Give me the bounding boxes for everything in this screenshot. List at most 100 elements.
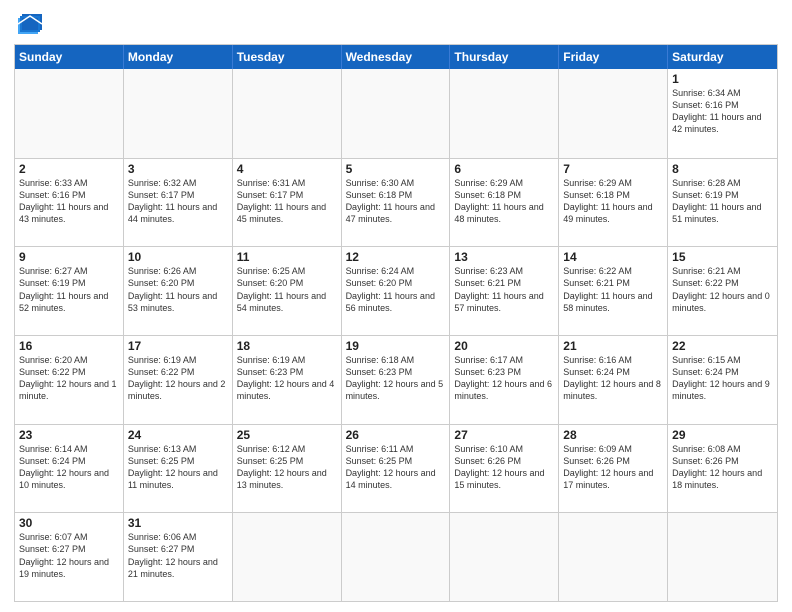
day-number: 1 [672, 72, 773, 86]
cal-cell: 19Sunrise: 6:18 AM Sunset: 6:23 PM Dayli… [342, 336, 451, 424]
day-number: 23 [19, 428, 119, 442]
day-number: 6 [454, 162, 554, 176]
cal-cell: 20Sunrise: 6:17 AM Sunset: 6:23 PM Dayli… [450, 336, 559, 424]
day-info: Sunrise: 6:30 AM Sunset: 6:18 PM Dayligh… [346, 177, 446, 226]
cal-cell: 15Sunrise: 6:21 AM Sunset: 6:22 PM Dayli… [668, 247, 777, 335]
cal-cell: 1Sunrise: 6:34 AM Sunset: 6:16 PM Daylig… [668, 69, 777, 158]
week-row-4: 23Sunrise: 6:14 AM Sunset: 6:24 PM Dayli… [15, 424, 777, 513]
cal-cell: 8Sunrise: 6:28 AM Sunset: 6:19 PM Daylig… [668, 159, 777, 247]
cal-cell: 13Sunrise: 6:23 AM Sunset: 6:21 PM Dayli… [450, 247, 559, 335]
week-row-2: 9Sunrise: 6:27 AM Sunset: 6:19 PM Daylig… [15, 246, 777, 335]
day-number: 13 [454, 250, 554, 264]
cal-cell: 22Sunrise: 6:15 AM Sunset: 6:24 PM Dayli… [668, 336, 777, 424]
week-row-0: 1Sunrise: 6:34 AM Sunset: 6:16 PM Daylig… [15, 69, 777, 158]
logo [14, 10, 50, 38]
day-number: 28 [563, 428, 663, 442]
cal-cell [342, 513, 451, 601]
day-info: Sunrise: 6:24 AM Sunset: 6:20 PM Dayligh… [346, 265, 446, 314]
day-number: 27 [454, 428, 554, 442]
cal-cell: 3Sunrise: 6:32 AM Sunset: 6:17 PM Daylig… [124, 159, 233, 247]
day-info: Sunrise: 6:20 AM Sunset: 6:22 PM Dayligh… [19, 354, 119, 403]
cal-cell [124, 69, 233, 158]
day-info: Sunrise: 6:23 AM Sunset: 6:21 PM Dayligh… [454, 265, 554, 314]
day-info: Sunrise: 6:28 AM Sunset: 6:19 PM Dayligh… [672, 177, 773, 226]
header [14, 10, 778, 38]
cal-cell: 23Sunrise: 6:14 AM Sunset: 6:24 PM Dayli… [15, 425, 124, 513]
cal-cell [233, 69, 342, 158]
cal-cell [559, 513, 668, 601]
calendar-header: SundayMondayTuesdayWednesdayThursdayFrid… [15, 45, 777, 69]
day-number: 24 [128, 428, 228, 442]
day-info: Sunrise: 6:27 AM Sunset: 6:19 PM Dayligh… [19, 265, 119, 314]
cal-cell [342, 69, 451, 158]
day-info: Sunrise: 6:10 AM Sunset: 6:26 PM Dayligh… [454, 443, 554, 492]
weekday-header-friday: Friday [559, 45, 668, 69]
day-number: 14 [563, 250, 663, 264]
day-number: 22 [672, 339, 773, 353]
cal-cell: 26Sunrise: 6:11 AM Sunset: 6:25 PM Dayli… [342, 425, 451, 513]
calendar-body: 1Sunrise: 6:34 AM Sunset: 6:16 PM Daylig… [15, 69, 777, 601]
cal-cell [233, 513, 342, 601]
day-info: Sunrise: 6:19 AM Sunset: 6:23 PM Dayligh… [237, 354, 337, 403]
cal-cell: 10Sunrise: 6:26 AM Sunset: 6:20 PM Dayli… [124, 247, 233, 335]
day-number: 20 [454, 339, 554, 353]
week-row-3: 16Sunrise: 6:20 AM Sunset: 6:22 PM Dayli… [15, 335, 777, 424]
day-number: 16 [19, 339, 119, 353]
day-number: 25 [237, 428, 337, 442]
page: SundayMondayTuesdayWednesdayThursdayFrid… [0, 0, 792, 612]
cal-cell: 6Sunrise: 6:29 AM Sunset: 6:18 PM Daylig… [450, 159, 559, 247]
day-info: Sunrise: 6:13 AM Sunset: 6:25 PM Dayligh… [128, 443, 228, 492]
cal-cell: 30Sunrise: 6:07 AM Sunset: 6:27 PM Dayli… [15, 513, 124, 601]
day-info: Sunrise: 6:07 AM Sunset: 6:27 PM Dayligh… [19, 531, 119, 580]
cal-cell: 17Sunrise: 6:19 AM Sunset: 6:22 PM Dayli… [124, 336, 233, 424]
calendar: SundayMondayTuesdayWednesdayThursdayFrid… [14, 44, 778, 602]
cal-cell: 31Sunrise: 6:06 AM Sunset: 6:27 PM Dayli… [124, 513, 233, 601]
day-number: 19 [346, 339, 446, 353]
day-info: Sunrise: 6:21 AM Sunset: 6:22 PM Dayligh… [672, 265, 773, 314]
day-number: 5 [346, 162, 446, 176]
cal-cell: 28Sunrise: 6:09 AM Sunset: 6:26 PM Dayli… [559, 425, 668, 513]
week-row-5: 30Sunrise: 6:07 AM Sunset: 6:27 PM Dayli… [15, 512, 777, 601]
day-info: Sunrise: 6:11 AM Sunset: 6:25 PM Dayligh… [346, 443, 446, 492]
day-number: 31 [128, 516, 228, 530]
cal-cell [559, 69, 668, 158]
day-info: Sunrise: 6:33 AM Sunset: 6:16 PM Dayligh… [19, 177, 119, 226]
logo-icon [14, 10, 46, 38]
day-number: 8 [672, 162, 773, 176]
day-info: Sunrise: 6:29 AM Sunset: 6:18 PM Dayligh… [563, 177, 663, 226]
cal-cell [450, 513, 559, 601]
cal-cell: 21Sunrise: 6:16 AM Sunset: 6:24 PM Dayli… [559, 336, 668, 424]
day-number: 30 [19, 516, 119, 530]
day-number: 17 [128, 339, 228, 353]
day-number: 4 [237, 162, 337, 176]
cal-cell: 12Sunrise: 6:24 AM Sunset: 6:20 PM Dayli… [342, 247, 451, 335]
day-info: Sunrise: 6:06 AM Sunset: 6:27 PM Dayligh… [128, 531, 228, 580]
day-number: 7 [563, 162, 663, 176]
weekday-header-thursday: Thursday [450, 45, 559, 69]
day-info: Sunrise: 6:17 AM Sunset: 6:23 PM Dayligh… [454, 354, 554, 403]
cal-cell: 4Sunrise: 6:31 AM Sunset: 6:17 PM Daylig… [233, 159, 342, 247]
cal-cell: 14Sunrise: 6:22 AM Sunset: 6:21 PM Dayli… [559, 247, 668, 335]
day-info: Sunrise: 6:29 AM Sunset: 6:18 PM Dayligh… [454, 177, 554, 226]
day-number: 3 [128, 162, 228, 176]
day-info: Sunrise: 6:34 AM Sunset: 6:16 PM Dayligh… [672, 87, 773, 136]
day-info: Sunrise: 6:19 AM Sunset: 6:22 PM Dayligh… [128, 354, 228, 403]
day-info: Sunrise: 6:12 AM Sunset: 6:25 PM Dayligh… [237, 443, 337, 492]
day-info: Sunrise: 6:14 AM Sunset: 6:24 PM Dayligh… [19, 443, 119, 492]
weekday-header-sunday: Sunday [15, 45, 124, 69]
day-info: Sunrise: 6:09 AM Sunset: 6:26 PM Dayligh… [563, 443, 663, 492]
day-info: Sunrise: 6:26 AM Sunset: 6:20 PM Dayligh… [128, 265, 228, 314]
day-number: 9 [19, 250, 119, 264]
day-number: 15 [672, 250, 773, 264]
day-number: 11 [237, 250, 337, 264]
weekday-header-wednesday: Wednesday [342, 45, 451, 69]
day-info: Sunrise: 6:16 AM Sunset: 6:24 PM Dayligh… [563, 354, 663, 403]
day-info: Sunrise: 6:15 AM Sunset: 6:24 PM Dayligh… [672, 354, 773, 403]
day-number: 26 [346, 428, 446, 442]
cal-cell [15, 69, 124, 158]
cal-cell: 5Sunrise: 6:30 AM Sunset: 6:18 PM Daylig… [342, 159, 451, 247]
weekday-header-saturday: Saturday [668, 45, 777, 69]
day-number: 12 [346, 250, 446, 264]
day-info: Sunrise: 6:32 AM Sunset: 6:17 PM Dayligh… [128, 177, 228, 226]
cal-cell: 25Sunrise: 6:12 AM Sunset: 6:25 PM Dayli… [233, 425, 342, 513]
